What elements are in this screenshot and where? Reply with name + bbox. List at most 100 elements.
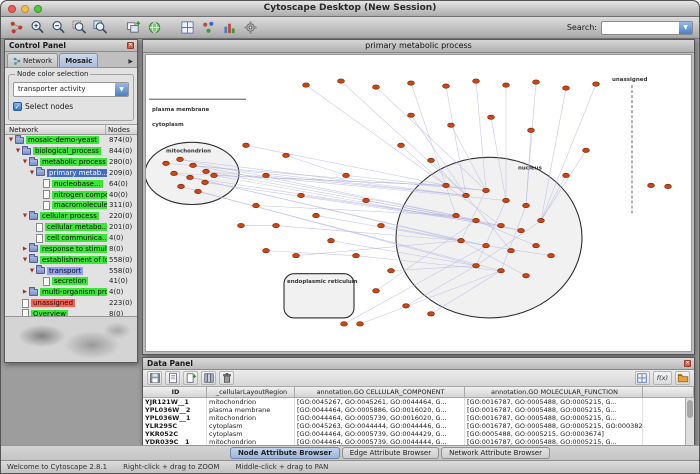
tree-node-label[interactable]: biological_process xyxy=(33,147,101,155)
expand-arrow-icon[interactable]: ▼ xyxy=(21,213,29,219)
graph-node[interactable] xyxy=(408,81,415,85)
graph-node[interactable] xyxy=(443,84,450,88)
graph-node[interactable] xyxy=(171,171,178,175)
delete-attribute-button[interactable] xyxy=(219,371,234,385)
graph-node[interactable] xyxy=(503,83,510,87)
graph-node[interactable] xyxy=(313,213,320,217)
tree-node-label[interactable]: nitrogen compo... xyxy=(52,191,107,199)
expand-arrow-icon[interactable]: ▼ xyxy=(28,170,36,176)
window-titlebar[interactable]: Cytoscape Desktop (New Session) xyxy=(1,1,699,17)
save-attributes-button[interactable] xyxy=(147,371,162,385)
graph-node[interactable] xyxy=(211,173,218,177)
tab-network-attribute-browser[interactable]: Network Attribute Browser xyxy=(441,447,550,459)
graph-node[interactable] xyxy=(341,322,348,326)
tree-row[interactable]: ▶response to stimul...8(0) xyxy=(5,243,137,254)
tab-network[interactable]: Network xyxy=(7,53,58,67)
column-header[interactable]: annotation.GO CELLULAR_COMPONENT xyxy=(295,387,465,398)
tree-node-label[interactable]: cell communica... xyxy=(45,234,107,242)
graph-node[interactable] xyxy=(357,322,364,326)
graph-node[interactable] xyxy=(373,85,380,89)
graph-node[interactable] xyxy=(523,203,530,207)
graph-node[interactable] xyxy=(398,143,405,147)
graph-node[interactable] xyxy=(263,173,270,177)
graph-node[interactable] xyxy=(298,193,305,197)
tree-row[interactable]: cell communica...4(0) xyxy=(5,233,137,244)
graph-node[interactable] xyxy=(363,198,370,202)
tab-overflow-arrow-icon[interactable]: ▶ xyxy=(128,58,135,67)
chevron-down-icon[interactable]: ▼ xyxy=(115,83,128,96)
graph-node[interactable] xyxy=(518,228,525,232)
graph-node[interactable] xyxy=(473,218,480,222)
tree-node-label[interactable]: metabolic process xyxy=(40,158,107,166)
zoom-fit-button[interactable] xyxy=(91,19,109,37)
tree-row[interactable]: ▼mosaic-demo-yeast874(0) xyxy=(5,135,137,146)
graph-node[interactable] xyxy=(243,143,250,147)
overview-thumbnail[interactable] xyxy=(5,316,137,362)
graph-node[interactable] xyxy=(533,80,540,84)
data-panel-titlebar[interactable]: Data Panel × xyxy=(143,358,694,370)
graph-node[interactable] xyxy=(498,269,505,273)
node-color-dropdown[interactable]: transporter activity ▼ xyxy=(13,82,129,97)
graph-node[interactable] xyxy=(283,153,290,157)
tree-node-label[interactable]: unassigned xyxy=(31,299,75,307)
zoom-out-button[interactable] xyxy=(49,19,67,37)
network-canvas-svg[interactable]: plasma membranecytoplasmmitochondrionnuc… xyxy=(146,55,691,351)
globe-button[interactable] xyxy=(145,19,163,37)
tree-node-label[interactable]: establishment of lo... xyxy=(40,256,107,264)
column-header[interactable]: ID xyxy=(143,387,207,398)
graph-node[interactable] xyxy=(463,193,470,197)
plugin-settings-button[interactable] xyxy=(241,19,259,37)
tree-column-nodes[interactable]: Nodes xyxy=(105,125,137,134)
graph-node[interactable] xyxy=(528,128,535,132)
import-attributes-button[interactable] xyxy=(675,371,690,385)
tree-row[interactable]: ▼biological_process844(0) xyxy=(5,146,137,157)
chevron-down-icon[interactable]: ▼ xyxy=(679,22,692,34)
table-vertical-scrollbar[interactable] xyxy=(685,398,694,446)
close-icon[interactable]: × xyxy=(684,360,691,367)
graph-node[interactable] xyxy=(273,223,280,227)
graph-node[interactable] xyxy=(187,175,194,179)
plugin-grid-button[interactable] xyxy=(178,19,196,37)
graph-node[interactable] xyxy=(563,173,570,177)
graph-node[interactable] xyxy=(503,198,510,202)
plugin-nodes-button[interactable] xyxy=(199,19,217,37)
tree-node-label[interactable]: macromolecule... xyxy=(52,201,107,209)
network-canvas[interactable]: plasma membranecytoplasmmitochondrionnuc… xyxy=(145,54,692,352)
tree-row[interactable]: ▼cellular process220(0) xyxy=(5,211,137,222)
tree-node-label[interactable]: multi-organism pro... xyxy=(40,288,107,296)
graph-node[interactable] xyxy=(448,123,455,127)
tree-row[interactable]: Overview8(0) xyxy=(5,309,137,317)
graph-node[interactable] xyxy=(428,158,435,162)
graph-node[interactable] xyxy=(238,223,245,227)
graph-node[interactable] xyxy=(163,161,170,165)
graph-node[interactable] xyxy=(498,223,505,227)
graph-node[interactable] xyxy=(483,188,490,192)
tab-mosaic[interactable]: Mosaic xyxy=(59,53,98,67)
tab-edge-attribute-browser[interactable]: Edge Attribute Browser xyxy=(342,447,439,459)
expand-arrow-icon[interactable]: ▼ xyxy=(21,159,29,165)
tree-row[interactable]: secretion41(0) xyxy=(5,276,137,287)
graph-node[interactable] xyxy=(403,304,410,308)
graph-node[interactable] xyxy=(453,213,460,217)
expand-arrow-icon[interactable]: ▶ xyxy=(21,246,29,252)
tree-node-label[interactable]: nucleobase... xyxy=(52,180,103,188)
graph-node[interactable] xyxy=(388,269,395,273)
graph-node[interactable] xyxy=(343,173,350,177)
graph-node[interactable] xyxy=(177,157,184,161)
graph-node[interactable] xyxy=(328,238,335,242)
graph-node[interactable] xyxy=(473,264,480,268)
graph-node[interactable] xyxy=(378,223,385,227)
graph-node[interactable] xyxy=(488,115,495,119)
graph-node[interactable] xyxy=(533,243,540,247)
table-row[interactable]: YPL036W__2plasma membrane[GO:0044464, GO… xyxy=(143,406,694,414)
graph-node[interactable] xyxy=(253,203,260,207)
graph-node[interactable] xyxy=(563,86,570,90)
fx-button[interactable]: f(x) xyxy=(653,371,672,385)
graph-node[interactable] xyxy=(523,274,530,278)
control-panel-titlebar[interactable]: Control Panel × xyxy=(5,40,137,52)
table-row[interactable]: YKR052Ccytoplasm[GO:0044464, GO:0005739,… xyxy=(143,430,694,438)
table-row[interactable]: YPL036W__1mitochondrion[GO:0044464, GO:0… xyxy=(143,414,694,422)
graph-node[interactable] xyxy=(408,113,415,117)
tree-row[interactable]: ▼transport558(0) xyxy=(5,265,137,276)
table-row[interactable]: YJR121W__1mitochondrion[GO:0045267, GO:0… xyxy=(143,398,694,406)
